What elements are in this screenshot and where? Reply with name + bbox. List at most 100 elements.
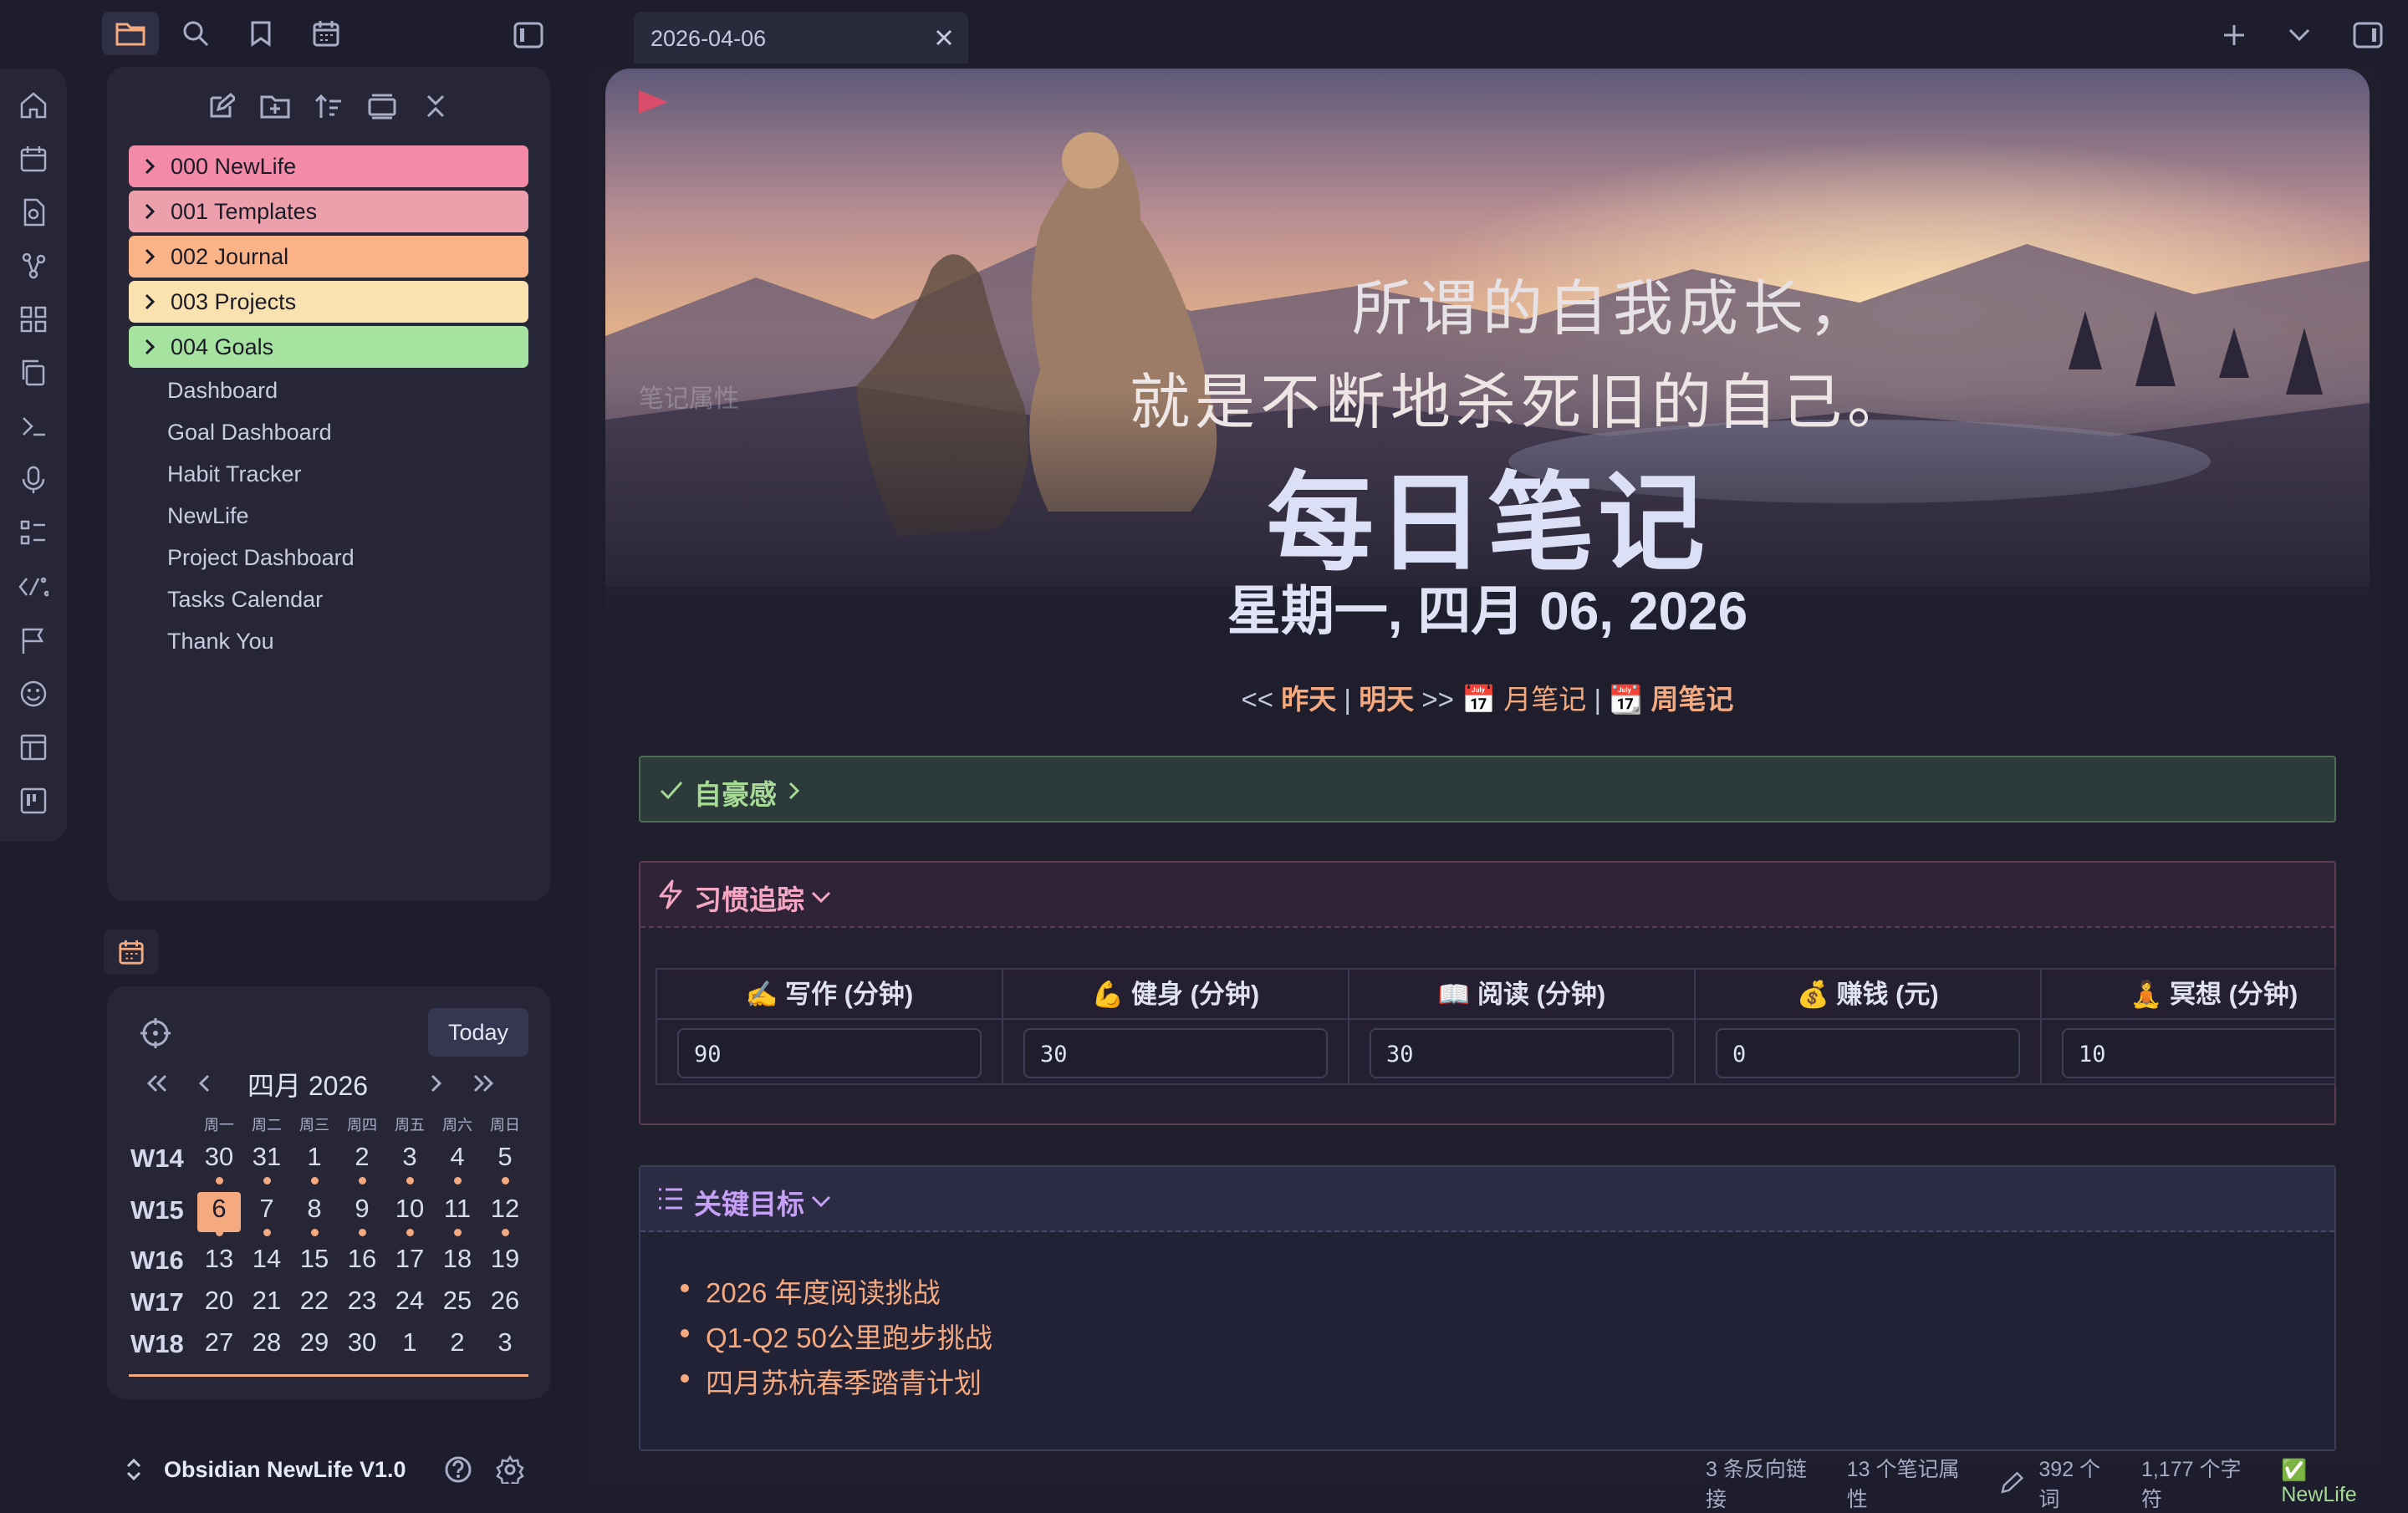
calendar-day[interactable]: 9 [340, 1192, 384, 1236]
settings-button[interactable] [495, 1454, 525, 1485]
calendar-day[interactable]: 10 [388, 1192, 431, 1236]
today-button[interactable]: Today [428, 1008, 528, 1057]
ribbon-button-list[interactable] [0, 507, 67, 560]
reset-month-button[interactable] [139, 1016, 172, 1050]
collapse-all-button[interactable] [413, 84, 458, 129]
calendar-day[interactable]: 29 [293, 1326, 336, 1366]
goals-callout-header[interactable]: 关键目标 [640, 1167, 2334, 1232]
file-item[interactable]: NewLife [167, 503, 249, 529]
new-note-button[interactable] [199, 84, 244, 129]
habit-value-input[interactable]: 0 [1716, 1028, 2020, 1078]
calendar-day[interactable]: 15 [293, 1242, 336, 1282]
next-year-button[interactable] [467, 1067, 500, 1100]
note-view[interactable]: 笔记属性 所谓的自我成长， 就是不断地杀死旧的自己。 每日笔记 星期一, 四月 … [605, 69, 2370, 1490]
prev-year-button[interactable] [140, 1067, 174, 1100]
folder-item[interactable]: 004 Goals [129, 326, 528, 368]
ribbon-button-search-doc[interactable] [0, 186, 67, 239]
file-item[interactable]: Project Dashboard [167, 545, 355, 571]
habit-value-input[interactable]: 30 [1370, 1028, 1674, 1078]
calendar-day[interactable]: 25 [436, 1284, 479, 1324]
properties-count[interactable]: 13 个笔记属性 [1847, 1453, 1977, 1513]
tomorrow-link[interactable]: 明天 [1359, 684, 1414, 715]
calendar-day[interactable]: 11 [436, 1192, 479, 1236]
week-number[interactable]: W18 [130, 1329, 197, 1359]
habit-callout-header[interactable]: 习惯追踪 [640, 863, 2334, 928]
file-item[interactable]: Tasks Calendar [167, 587, 323, 613]
calendar-day[interactable]: 23 [340, 1284, 384, 1324]
calendar-day[interactable]: 8 [293, 1192, 336, 1236]
file-item[interactable]: Habit Tracker [167, 461, 302, 487]
ribbon-button-layout[interactable] [0, 721, 67, 774]
file-item[interactable]: Dashboard [167, 378, 278, 404]
pencil-icon[interactable] [1999, 1470, 2024, 1495]
goal-list-item[interactable]: Q1-Q2 50公里跑步挑战 [681, 1316, 992, 1356]
folder-item[interactable]: 001 Templates [129, 191, 528, 232]
help-button[interactable] [443, 1454, 473, 1485]
ribbon-button-kanban[interactable] [0, 774, 67, 828]
calendar-day[interactable]: 27 [197, 1326, 241, 1366]
sort-button[interactable] [306, 84, 351, 129]
ribbon-button-templater[interactable] [0, 560, 67, 614]
next-month-button[interactable] [420, 1067, 453, 1100]
calendar-day[interactable]: 14 [245, 1242, 288, 1282]
backlinks-count[interactable]: 3 条反向链接 [1706, 1453, 1825, 1513]
week-note-link[interactable]: 周笔记 [1650, 684, 1733, 715]
file-item[interactable]: Thank You [167, 629, 274, 655]
calendar-day[interactable]: 19 [483, 1242, 527, 1282]
ribbon-button-flag[interactable] [0, 614, 67, 667]
calendar-day[interactable]: 12 [483, 1192, 527, 1236]
toggle-right-sidebar-button[interactable] [2349, 17, 2386, 53]
calendar-day[interactable]: 1 [293, 1140, 336, 1184]
calendar-day[interactable]: 26 [483, 1284, 527, 1324]
calendar-day[interactable]: 30 [340, 1326, 384, 1366]
week-number[interactable]: W16 [130, 1246, 197, 1276]
calendar-day[interactable]: 18 [436, 1242, 479, 1282]
ribbon-button-terminal[interactable] [0, 400, 67, 453]
calendar-day[interactable]: 1 [388, 1326, 431, 1366]
files-tab-button[interactable] [102, 12, 159, 55]
ribbon-button-copy[interactable] [0, 346, 67, 400]
month-note-link[interactable]: 月笔记 [1503, 684, 1586, 715]
yesterday-link[interactable]: 昨天 [1281, 684, 1336, 715]
sync-status[interactable]: ✅ NewLife [2281, 1459, 2386, 1507]
ribbon-button-graph[interactable] [0, 239, 67, 293]
week-number[interactable]: W15 [130, 1195, 197, 1225]
ribbon-button-smile[interactable] [0, 667, 67, 721]
search-tab-button[interactable] [167, 12, 224, 55]
goal-list-item[interactable]: 四月苏杭春季踏青计划 [681, 1361, 982, 1401]
week-number[interactable]: W17 [130, 1287, 197, 1317]
calendar-day[interactable]: 7 [245, 1192, 288, 1236]
calendar-day[interactable]: 21 [245, 1284, 288, 1324]
calendar-day[interactable]: 31 [245, 1140, 288, 1184]
new-tab-button[interactable] [2216, 17, 2252, 53]
calendar-day[interactable]: 2 [436, 1326, 479, 1366]
bookmarks-tab-button[interactable] [232, 12, 289, 55]
folder-item[interactable]: 003 Projects [129, 281, 528, 323]
folder-item[interactable]: 000 NewLife [129, 145, 528, 187]
calendar-day[interactable]: 3 [483, 1326, 527, 1366]
calendar-day[interactable]: 20 [197, 1284, 241, 1324]
vault-switcher[interactable]: Obsidian NewLife V1.0 [125, 1444, 552, 1495]
new-folder-button[interactable] [253, 84, 298, 129]
toggle-sidebar-button[interactable] [510, 17, 547, 53]
ribbon-button-grid[interactable] [0, 293, 67, 346]
folder-item[interactable]: 002 Journal [129, 236, 528, 278]
habit-value-input[interactable]: 90 [677, 1028, 982, 1078]
goal-list-item[interactable]: 2026 年度阅读挑战 [681, 1271, 941, 1311]
ribbon-button-mic[interactable] [0, 453, 67, 507]
auto-reveal-button[interactable] [360, 84, 405, 129]
calendar-view-tab[interactable] [104, 930, 159, 975]
calendar-day[interactable]: 3 [388, 1140, 431, 1184]
calendar-day-today[interactable]: 6 [197, 1192, 241, 1236]
calendar-day[interactable]: 17 [388, 1242, 431, 1282]
calendar-day[interactable]: 5 [483, 1140, 527, 1184]
habit-value-input[interactable]: 10 [2062, 1028, 2334, 1078]
tab-list-button[interactable] [2281, 17, 2318, 53]
calendar-day[interactable]: 4 [436, 1140, 479, 1184]
tab-close-button[interactable] [931, 25, 957, 50]
calendar-day[interactable]: 24 [388, 1284, 431, 1324]
ribbon-button-calendar[interactable] [0, 132, 67, 186]
habit-value-input[interactable]: 30 [1023, 1028, 1328, 1078]
calendar-day[interactable]: 13 [197, 1242, 241, 1282]
calendar-day[interactable]: 30 [197, 1140, 241, 1184]
